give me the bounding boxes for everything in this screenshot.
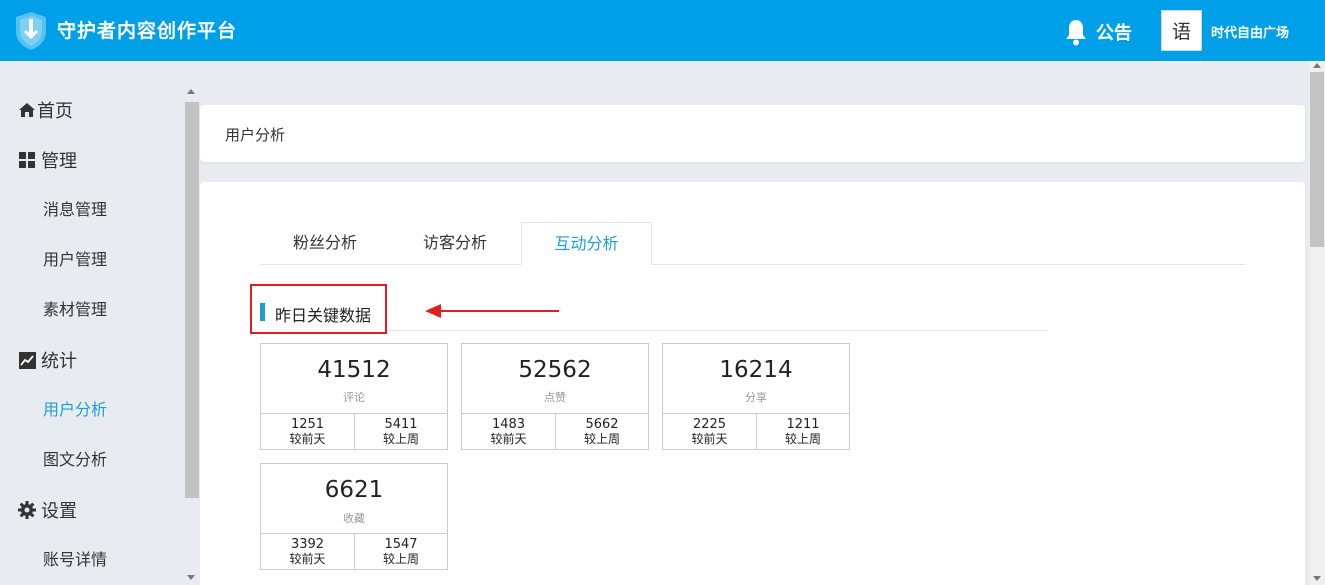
sidebar-item-stats[interactable]: 统计 bbox=[0, 340, 184, 380]
stat-compare-day: 3392 较前天 bbox=[289, 537, 326, 566]
main-scrollbar-thumb[interactable] bbox=[1310, 72, 1324, 247]
stat-card-favorites: 6621 收藏 3392 较前天 1547 较上周 bbox=[260, 463, 448, 570]
stat-label: 点赞 bbox=[544, 391, 566, 404]
stat-compare-day: 1483 较前天 bbox=[490, 417, 527, 446]
gear-icon bbox=[17, 500, 37, 520]
stat-compare: 3392 较前天 1547 较上周 bbox=[261, 533, 447, 570]
arrow-left-icon bbox=[425, 304, 559, 318]
tab-visitor-analysis[interactable]: 访客分析 bbox=[390, 222, 520, 265]
stat-label: 评论 bbox=[343, 391, 365, 404]
stat-value: 16214 bbox=[719, 357, 793, 383]
grid-icon bbox=[17, 150, 37, 170]
sidebar-item-account-details[interactable]: 账号详情 bbox=[43, 548, 107, 572]
sidebar-item-user-analysis[interactable]: 用户分析 bbox=[43, 398, 107, 422]
stat-value: 52562 bbox=[518, 357, 592, 383]
notice-label: 公告 bbox=[1096, 23, 1132, 44]
scroll-up-icon[interactable] bbox=[1313, 63, 1321, 68]
top-header: 守护者内容创作平台 公告 语 时代自由广场 bbox=[0, 0, 1325, 61]
scroll-down-icon[interactable] bbox=[187, 575, 195, 580]
section-title: 昨日关键数据 bbox=[275, 306, 372, 325]
notice-button[interactable]: 公告 bbox=[1064, 18, 1132, 46]
sidebar-item-label: 设置 bbox=[41, 501, 77, 522]
sidebar-item-manage[interactable]: 管理 bbox=[0, 140, 184, 180]
stat-value: 41512 bbox=[317, 357, 391, 383]
stat-label: 分享 bbox=[745, 391, 767, 404]
sidebar-item-user-manage[interactable]: 用户管理 bbox=[43, 248, 107, 272]
stat-compare-week: 1211 较上周 bbox=[756, 414, 849, 450]
stat-compare: 1251 较前天 5411 较上周 bbox=[261, 413, 447, 450]
home-icon bbox=[17, 100, 37, 120]
stat-compare-day: 1251 较前天 bbox=[289, 417, 326, 446]
sidebar-item-label: 首页 bbox=[37, 101, 73, 122]
breadcrumb: 用户分析 bbox=[200, 105, 1305, 162]
shield-logo-icon[interactable] bbox=[14, 11, 48, 51]
app-title: 守护者内容创作平台 bbox=[57, 20, 238, 42]
sidebar-item-material-manage[interactable]: 素材管理 bbox=[43, 298, 107, 322]
stat-compare: 1483 较前天 5662 较上周 bbox=[462, 413, 648, 450]
sidebar-item-label: 管理 bbox=[41, 151, 77, 172]
username[interactable]: 时代自由广场 bbox=[1211, 22, 1289, 41]
line-chart-icon bbox=[17, 350, 37, 370]
sidebar-item-message-manage[interactable]: 消息管理 bbox=[43, 198, 107, 222]
section-marker bbox=[260, 303, 265, 321]
stat-compare-day: 2225 较前天 bbox=[691, 417, 728, 446]
stat-label: 收藏 bbox=[343, 512, 365, 525]
section-divider bbox=[387, 330, 1048, 331]
tab-interaction-analysis[interactable]: 互动分析 bbox=[521, 222, 652, 265]
stat-compare: 2225 较前天 1211 较上周 bbox=[663, 413, 849, 450]
sidebar-item-home[interactable]: 首页 bbox=[0, 90, 184, 130]
stat-compare-week: 5411 较上周 bbox=[354, 414, 447, 450]
stat-value: 6621 bbox=[324, 477, 384, 503]
stat-compare-week: 1547 较上周 bbox=[354, 534, 447, 570]
scroll-down-icon[interactable] bbox=[1313, 576, 1321, 581]
tab-fans-analysis[interactable]: 粉丝分析 bbox=[260, 222, 390, 265]
sidebar-item-article-analysis[interactable]: 图文分析 bbox=[43, 448, 107, 472]
sidebar-item-settings[interactable]: 设置 bbox=[0, 490, 184, 530]
stat-card-comments: 41512 评论 1251 较前天 5411 较上周 bbox=[260, 343, 448, 450]
sidebar-scrollbar-thumb[interactable] bbox=[185, 102, 199, 498]
bell-icon bbox=[1066, 20, 1086, 46]
stat-card-shares: 16214 分享 2225 较前天 1211 较上周 bbox=[662, 343, 850, 450]
stat-compare-week: 5662 较上周 bbox=[555, 414, 648, 450]
stat-card-likes: 52562 点赞 1483 较前天 5662 较上周 bbox=[461, 343, 649, 450]
page-title: 用户分析 bbox=[225, 126, 286, 144]
avatar[interactable]: 语 bbox=[1161, 10, 1202, 51]
sidebar-item-label: 统计 bbox=[41, 351, 77, 372]
scroll-up-icon[interactable] bbox=[187, 89, 195, 94]
